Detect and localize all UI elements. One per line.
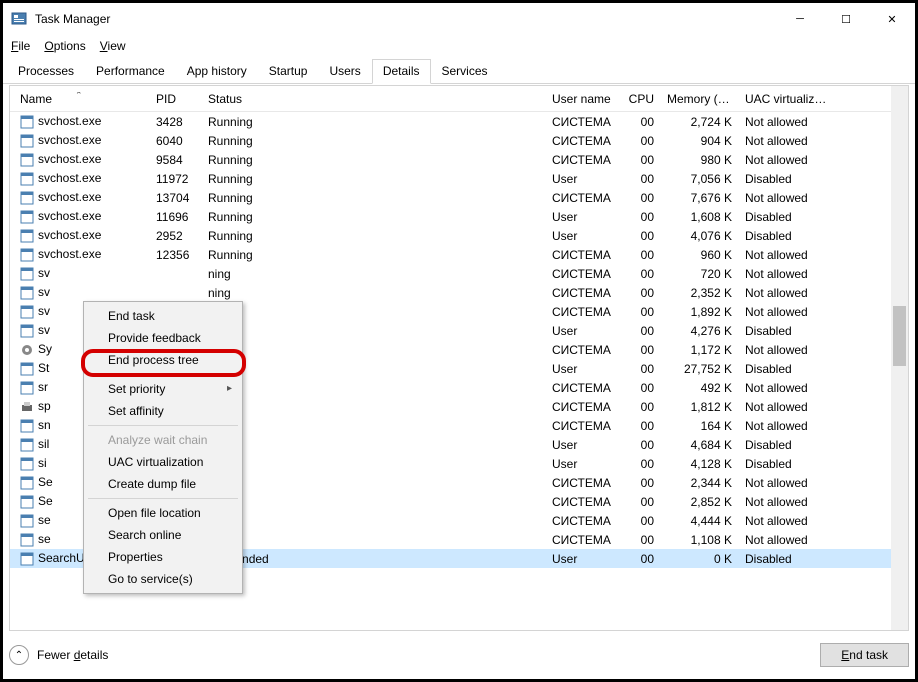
header-uac[interactable]: UAC virtualizat...	[739, 92, 839, 106]
header-status[interactable]: Status	[202, 92, 546, 106]
fewer-details-toggle[interactable]: ⌃ Fewer details	[9, 645, 108, 665]
maximize-button[interactable]: ☐	[823, 3, 869, 35]
process-icon	[20, 210, 34, 224]
process-icon	[20, 134, 34, 148]
tab-performance[interactable]: Performance	[85, 59, 176, 83]
menu-separator	[88, 425, 238, 426]
process-icon	[20, 514, 34, 528]
tab-processes[interactable]: Processes	[7, 59, 85, 83]
tab-startup[interactable]: Startup	[258, 59, 319, 83]
table-row[interactable]: svchost.exe11972RunningUser007,056 KDisa…	[10, 169, 908, 188]
menu-properties[interactable]: Properties	[86, 546, 240, 568]
header-pid[interactable]: PID	[150, 92, 202, 106]
header-memory[interactable]: Memory (a...	[661, 92, 739, 106]
process-icon	[20, 400, 34, 414]
scrollbar-thumb[interactable]	[893, 306, 906, 366]
process-icon	[20, 229, 34, 243]
table-row[interactable]: svchost.exe12356RunningСИСТЕМА00960 KNot…	[10, 245, 908, 264]
tab-details[interactable]: Details	[372, 59, 431, 84]
sort-indicator-icon: ⌃	[75, 92, 83, 101]
menu-separator	[88, 498, 238, 499]
table-row[interactable]: svchost.exe2952RunningUser004,076 KDisab…	[10, 226, 908, 245]
process-icon	[20, 495, 34, 509]
end-task-button[interactable]: End task	[820, 643, 909, 667]
process-icon	[20, 153, 34, 167]
table-row[interactable]: svchost.exe6040RunningСИСТЕМА00904 KNot …	[10, 131, 908, 150]
process-icon	[20, 267, 34, 281]
tab-strip: Processes Performance App history Startu…	[3, 59, 915, 84]
process-icon	[20, 552, 34, 566]
context-menu: End task Provide feedback End process tr…	[83, 301, 243, 594]
close-button[interactable]: ✕	[869, 3, 915, 35]
menu-go-to-services[interactable]: Go to service(s)	[86, 568, 240, 590]
menu-search-online[interactable]: Search online	[86, 524, 240, 546]
titlebar: Task Manager ─ ☐ ✕	[3, 3, 915, 35]
chevron-right-icon: ▸	[227, 383, 232, 394]
table-row[interactable]: svchost.exe11696RunningUser001,608 KDisa…	[10, 207, 908, 226]
window-title: Task Manager	[35, 12, 110, 26]
menu-set-priority[interactable]: Set priority▸	[86, 378, 240, 400]
process-icon	[20, 419, 34, 433]
minimize-button[interactable]: ─	[777, 3, 823, 35]
table-row[interactable]: svningСИСТЕМА002,352 KNot allowed	[10, 283, 908, 302]
process-icon	[20, 457, 34, 471]
tab-services[interactable]: Services	[431, 59, 499, 83]
process-icon	[20, 191, 34, 205]
tab-users[interactable]: Users	[318, 59, 371, 83]
scrollbar[interactable]	[891, 86, 908, 630]
chevron-up-icon: ⌃	[9, 645, 29, 665]
window-controls: ─ ☐ ✕	[777, 3, 915, 35]
menu-analyze-wait-chain: Analyze wait chain	[86, 429, 240, 451]
process-icon	[20, 248, 34, 262]
table-row[interactable]: svchost.exe13704RunningСИСТЕМА007,676 KN…	[10, 188, 908, 207]
process-icon	[20, 324, 34, 338]
process-icon	[20, 286, 34, 300]
menu-file[interactable]: File	[11, 39, 30, 53]
menu-separator	[88, 374, 238, 375]
menu-options[interactable]: Options	[44, 39, 85, 53]
process-icon	[20, 362, 34, 376]
table-row[interactable]: svchost.exe9584RunningСИСТЕМА00980 KNot …	[10, 150, 908, 169]
tab-app-history[interactable]: App history	[176, 59, 258, 83]
menu-set-affinity[interactable]: Set affinity	[86, 400, 240, 422]
process-icon	[20, 381, 34, 395]
process-icon	[20, 533, 34, 547]
process-icon	[20, 438, 34, 452]
menu-end-task[interactable]: End task	[86, 305, 240, 327]
footer: ⌃ Fewer details End task	[9, 637, 909, 673]
table-row[interactable]: svningСИСТЕМА00720 KNot allowed	[10, 264, 908, 283]
header-cpu[interactable]: CPU	[621, 92, 661, 106]
menubar: File Options View	[3, 35, 915, 57]
menu-end-process-tree[interactable]: End process tree	[86, 349, 240, 371]
process-icon	[20, 476, 34, 490]
process-icon	[20, 305, 34, 319]
taskmanager-icon	[11, 11, 27, 27]
menu-provide-feedback[interactable]: Provide feedback	[86, 327, 240, 349]
menu-open-file-location[interactable]: Open file location	[86, 502, 240, 524]
process-icon	[20, 343, 34, 357]
menu-create-dump-file[interactable]: Create dump file	[86, 473, 240, 495]
menu-uac-virtualization[interactable]: UAC virtualization	[86, 451, 240, 473]
process-icon	[20, 172, 34, 186]
process-icon	[20, 115, 34, 129]
column-headers: Name⌃ PID Status User name CPU Memory (a…	[10, 86, 908, 112]
table-row[interactable]: svchost.exe3428RunningСИСТЕМА002,724 KNo…	[10, 112, 908, 131]
header-username[interactable]: User name	[546, 92, 621, 106]
header-name[interactable]: Name⌃	[10, 92, 150, 106]
menu-view[interactable]: View	[100, 39, 126, 53]
